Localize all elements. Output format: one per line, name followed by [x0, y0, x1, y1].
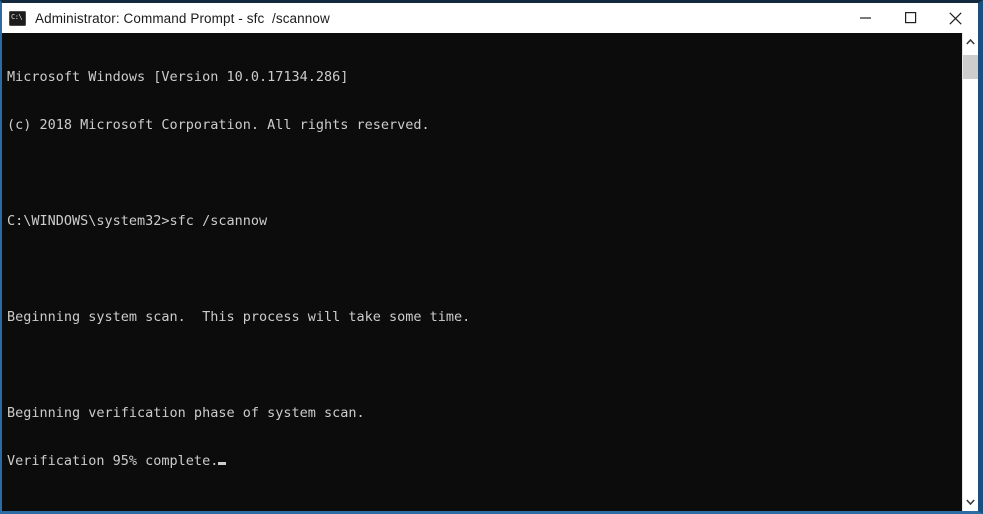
console-lines: Microsoft Windows [Version 10.0.17134.28… [7, 37, 962, 501]
window-controls [843, 3, 978, 33]
maximize-icon [904, 12, 916, 24]
minimize-icon [859, 17, 871, 19]
maximize-button[interactable] [888, 3, 933, 33]
console-icon-glyph: C:\ [11, 12, 23, 21]
console-line: Beginning verification phase of system s… [7, 405, 365, 421]
minimize-button[interactable] [843, 3, 888, 33]
console-line-with-cursor: Verification 95% complete. [7, 453, 962, 469]
close-icon [949, 11, 962, 25]
console-icon: C:\ [9, 10, 26, 26]
window-titlebar[interactable]: C:\ Administrator: Command Prompt - sfc … [2, 3, 978, 33]
chevron-up-icon [966, 39, 975, 45]
scroll-down-button[interactable] [963, 493, 978, 511]
close-button[interactable] [933, 3, 978, 33]
console-line-text: Verification 95% complete. [7, 453, 219, 469]
console-line: Microsoft Windows [Version 10.0.17134.28… [7, 69, 349, 85]
command-prompt-window: C:\ Administrator: Command Prompt - sfc … [0, 0, 983, 514]
console-line: C:\WINDOWS\system32>sfc /scannow [7, 213, 268, 229]
window-title: Administrator: Command Prompt - sfc /sca… [35, 10, 330, 26]
scrollbar-thumb[interactable] [963, 55, 978, 79]
text-cursor [218, 462, 227, 465]
console-line: Beginning system scan. This process will… [7, 309, 471, 325]
chevron-down-icon [966, 499, 975, 505]
vertical-scrollbar[interactable] [962, 33, 978, 511]
scroll-up-button[interactable] [963, 33, 978, 51]
scrollbar-track[interactable] [963, 51, 978, 493]
console-output-area[interactable]: Microsoft Windows [Version 10.0.17134.28… [2, 33, 962, 511]
console-line: (c) 2018 Microsoft Corporation. All righ… [7, 117, 430, 133]
